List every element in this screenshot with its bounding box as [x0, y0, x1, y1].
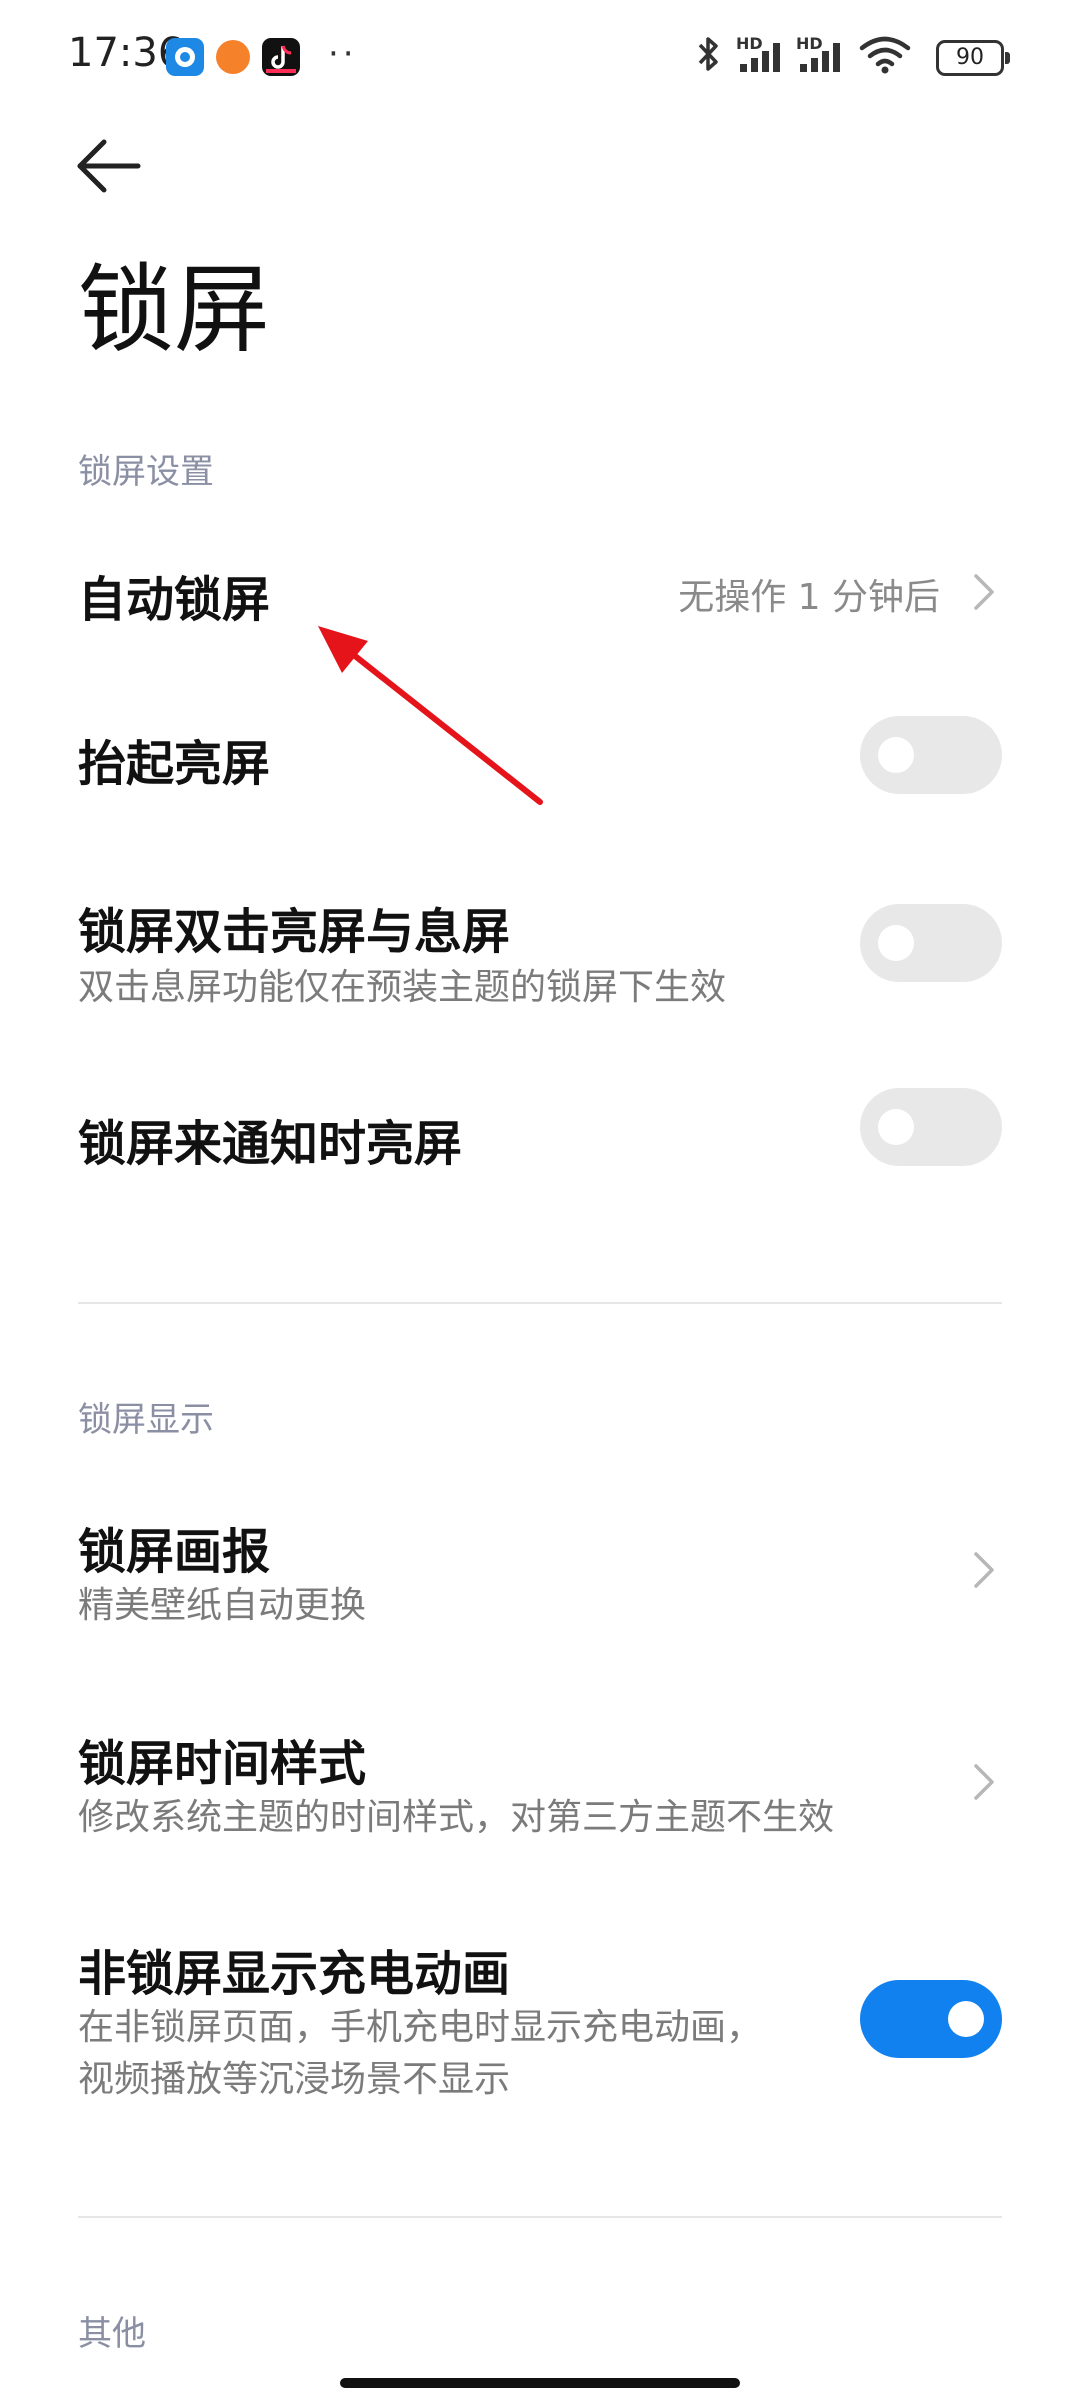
signal-icon [800, 43, 840, 72]
toggle-knob [878, 1109, 914, 1145]
raise-to-wake-row[interactable]: 抬起亮屏 [0, 700, 1080, 810]
tiktok-icon [262, 38, 300, 76]
toggle-knob [878, 737, 914, 773]
charging-animation-subtitle-line-1: 在非锁屏页面，手机充电时显示充电动画， [78, 2007, 763, 2048]
double-tap-wake-subtitle: 双击息屏功能仅在预装主题的锁屏下生效 [78, 967, 727, 1008]
double-tap-wake-row[interactable]: 锁屏双击亮屏与息屏 双击息屏功能仅在预装主题的锁屏下生效 [0, 880, 1080, 1030]
section-header-lock-settings: 锁屏设置 [78, 452, 214, 492]
chevron-right-icon [974, 1764, 994, 1800]
chevron-right-icon [974, 574, 994, 610]
charging-animation-subtitle-line-2: 视频播放等沉浸场景不显示 [78, 2059, 511, 2100]
double-tap-wake-toggle[interactable] [860, 904, 1002, 982]
lock-screen-wallpaper-subtitle: 精美壁纸自动更换 [78, 1585, 367, 1626]
back-arrow-icon [77, 139, 141, 193]
toggle-knob [948, 2001, 984, 2037]
charging-animation-row[interactable]: 非锁屏显示充电动画 在非锁屏页面，手机充电时显示充电动画， 视频播放等沉浸场景不… [0, 1922, 1080, 2122]
auto-lock-title: 自动锁屏 [78, 572, 271, 628]
blue-app-icon [166, 38, 204, 76]
section-header-lock-display: 锁屏显示 [78, 1400, 214, 1440]
lock-time-style-subtitle: 修改系统主题的时间样式，对第三方主题不生效 [78, 1797, 835, 1838]
toggle-knob [878, 925, 914, 961]
page-title: 锁屏 [78, 254, 270, 366]
orange-app-icon [216, 40, 250, 74]
lock-time-style-title: 锁屏时间样式 [78, 1736, 367, 1792]
section-divider [78, 2216, 1002, 2218]
notification-wake-row[interactable]: 锁屏来通知时亮屏 [0, 1080, 1080, 1190]
notification-wake-toggle[interactable] [860, 1088, 1002, 1166]
battery-icon: 90 [936, 40, 1010, 76]
wifi-icon [859, 36, 911, 74]
bluetooth-icon [698, 37, 718, 71]
raise-to-wake-title: 抬起亮屏 [78, 736, 271, 792]
raise-to-wake-toggle[interactable] [860, 716, 1002, 794]
notification-wake-title: 锁屏来通知时亮屏 [78, 1116, 463, 1172]
chevron-right-icon [974, 1552, 994, 1588]
home-indicator[interactable] [340, 2378, 740, 2388]
charging-animation-toggle[interactable] [860, 1980, 1002, 2058]
status-more-dots: ·· [328, 34, 358, 74]
status-bar: 17:36 ·· HD HD 90 [0, 0, 1080, 120]
double-tap-wake-title: 锁屏双击亮屏与息屏 [78, 904, 511, 960]
back-button[interactable] [64, 130, 160, 210]
lock-time-style-row[interactable]: 锁屏时间样式 修改系统主题的时间样式，对第三方主题不生效 [0, 1712, 1080, 1862]
lock-screen-wallpaper-title: 锁屏画报 [78, 1524, 271, 1580]
charging-animation-title: 非锁屏显示充电动画 [78, 1946, 511, 2002]
section-divider [78, 1302, 1002, 1304]
signal-icon [740, 43, 780, 72]
auto-lock-value: 无操作 1 分钟后 [678, 577, 940, 618]
lock-screen-wallpaper-row[interactable]: 锁屏画报 精美壁纸自动更换 [0, 1500, 1080, 1650]
auto-lock-row[interactable]: 自动锁屏 无操作 1 分钟后 [0, 530, 1080, 654]
section-header-other: 其他 [78, 2314, 146, 2354]
